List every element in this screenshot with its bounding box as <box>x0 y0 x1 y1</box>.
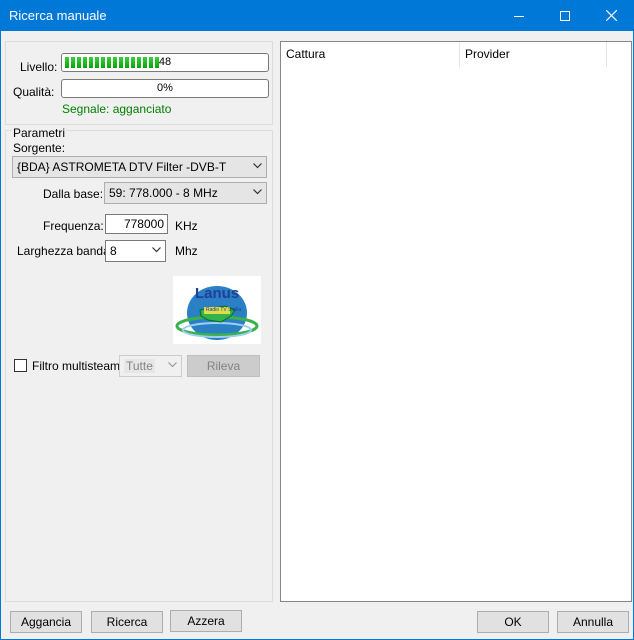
logo-text: Lanus <box>195 285 240 302</box>
quality-value: 0% <box>157 82 173 94</box>
source-select-value: {BDA} ASTROMETA DTV Filter -DVB-T <box>17 160 227 174</box>
frequency-value: 778000 <box>123 217 164 231</box>
base-select[interactable]: 59: 778.000 - 8 MHz <box>104 182 267 204</box>
level-value: 48 <box>158 56 172 68</box>
signal-status: Segnale: agganciato <box>62 102 172 116</box>
multistream-checkbox[interactable] <box>14 359 27 372</box>
logo-subtext: Radio TV Sicilia <box>206 307 242 313</box>
close-button[interactable] <box>588 0 634 31</box>
frequency-input[interactable]: 778000 <box>105 214 168 234</box>
source-label: Sorgente: <box>13 141 66 155</box>
frequency-label: Frequenza: <box>43 219 104 233</box>
maximize-button[interactable] <box>542 0 588 31</box>
bandwidth-value: 8 <box>110 244 117 258</box>
minimize-icon <box>514 15 524 17</box>
search-button[interactable]: Ricerca <box>91 611 163 633</box>
bandwidth-label: Larghezza banda: <box>17 244 114 258</box>
ok-button[interactable]: OK <box>477 611 549 633</box>
quality-label: Qualità: <box>13 85 55 99</box>
results-list[interactable]: Cattura Provider <box>280 41 632 602</box>
column-header-provider[interactable]: Provider <box>460 42 607 67</box>
window-title: Ricerca manuale <box>9 8 107 23</box>
bandwidth-select[interactable]: 8 <box>105 240 166 262</box>
hook-button[interactable]: Aggancia <box>10 611 82 633</box>
minimize-button[interactable] <box>496 0 542 31</box>
title-bar[interactable]: Ricerca manuale <box>0 0 634 31</box>
detect-button[interactable]: Rileva <box>187 355 260 377</box>
level-label: Livello: <box>20 60 58 74</box>
chevron-down-icon <box>253 189 262 195</box>
base-label: Dalla base: <box>43 187 104 201</box>
level-meter: 48 <box>61 53 269 72</box>
params-group-label: Parametri <box>12 126 67 140</box>
bandwidth-unit: Mhz <box>175 244 198 258</box>
close-icon <box>605 10 617 21</box>
frequency-unit: KHz <box>175 219 198 233</box>
maximize-icon <box>560 10 570 21</box>
cancel-button[interactable]: Annulla <box>557 611 629 633</box>
source-select[interactable]: {BDA} ASTROMETA DTV Filter -DVB-T <box>12 156 267 178</box>
chevron-down-icon <box>253 163 262 169</box>
multistream-select[interactable]: Tutte <box>119 355 182 377</box>
multistream-select-value: Tutte <box>124 359 155 373</box>
lanus-logo: Lanus Radio TV Sicilia <box>173 276 261 344</box>
column-header-capture[interactable]: Cattura <box>281 42 460 67</box>
base-select-value: 59: 778.000 - 8 MHz <box>109 186 218 200</box>
multistream-label: Filtro multisteam <box>32 359 121 373</box>
quality-meter: 0% <box>61 79 269 98</box>
reset-button[interactable]: Azzera <box>170 610 242 632</box>
chevron-down-icon <box>168 362 177 368</box>
chevron-down-icon <box>152 247 161 253</box>
